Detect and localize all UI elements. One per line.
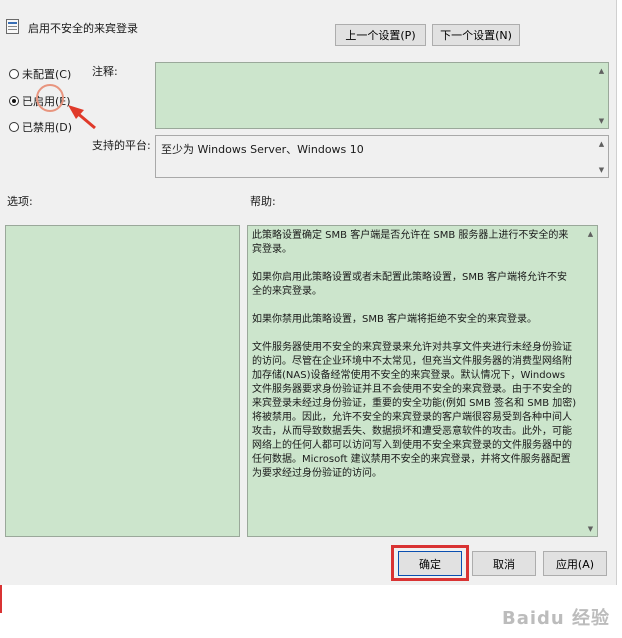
platform-label: 支持的平台: [92, 139, 151, 152]
options-label: 选项: [7, 195, 33, 208]
annotation-circle [36, 84, 64, 112]
help-panel: 此策略设置确定 SMB 客户端是否允许在 SMB 服务器上进行不安全的来 宾登录… [247, 225, 598, 537]
annotation-overlay [36, 84, 96, 130]
scroll-up-icon[interactable]: ▲ [585, 228, 596, 239]
watermark: Baidu 经验 [501, 608, 610, 629]
dialog-window: 启用不安全的来宾登录 上一个设置(P) 下一个设置(N) 未配置(C) 已启用(… [0, 0, 617, 585]
next-setting-button[interactable]: 下一个设置(N) [432, 24, 520, 46]
scroll-down-icon[interactable]: ▼ [596, 115, 607, 126]
scroll-down-icon[interactable]: ▼ [596, 164, 607, 175]
scroll-up-icon[interactable]: ▲ [596, 138, 607, 149]
comment-textarea[interactable]: ▲ ▼ [155, 62, 609, 129]
page-edge-accent [0, 585, 2, 613]
scroll-down-icon[interactable]: ▼ [585, 523, 596, 534]
help-text: 此策略设置确定 SMB 客户端是否允许在 SMB 服务器上进行不安全的来 宾登录… [252, 230, 577, 479]
previous-setting-button[interactable]: 上一个设置(P) [335, 24, 426, 46]
platform-field: 至少为 Windows Server、Windows 10 ▲ ▼ [155, 135, 609, 178]
cancel-button[interactable]: 取消 [472, 551, 536, 576]
platform-value: 至少为 Windows Server、Windows 10 [161, 143, 364, 156]
scroll-up-icon[interactable]: ▲ [596, 65, 607, 76]
help-label: 帮助: [250, 195, 276, 208]
comment-label: 注释: [92, 65, 118, 78]
options-panel [5, 225, 240, 537]
ok-button[interactable]: 确定 [398, 551, 462, 576]
apply-button[interactable]: 应用(A) [543, 551, 607, 576]
